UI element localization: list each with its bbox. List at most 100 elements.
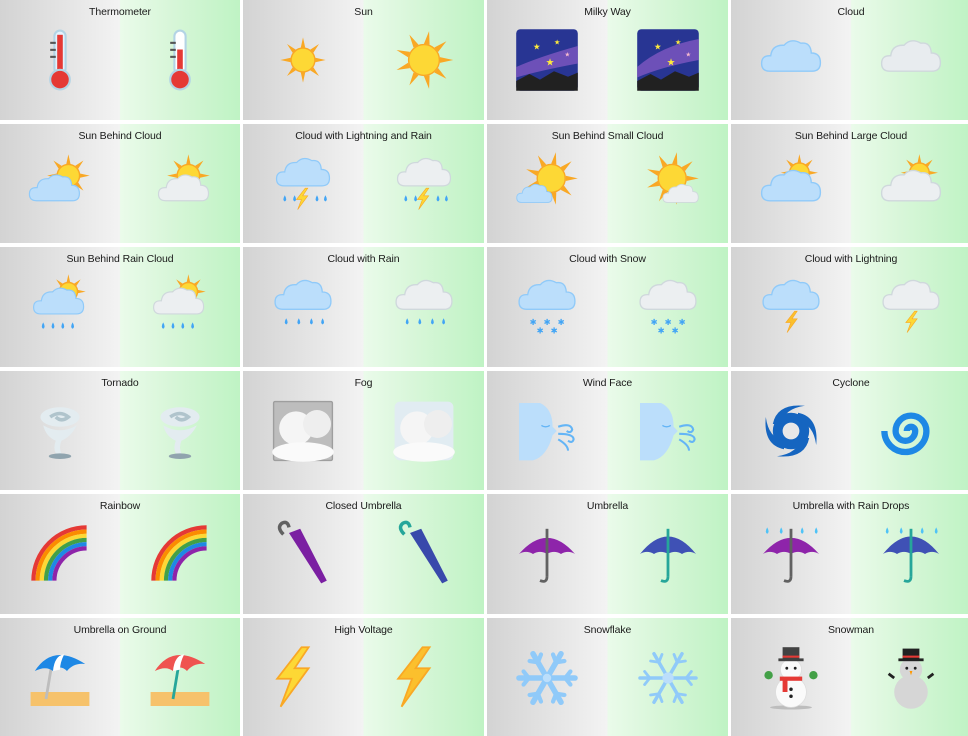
umbrella-icon	[630, 516, 706, 592]
panel-label: Sun	[354, 6, 373, 18]
sun-behind-small-cloud-icon	[630, 146, 706, 222]
high-voltage-icon	[265, 640, 341, 716]
wind-face-icon	[630, 393, 706, 469]
emoji-panel: Sun Behind Rain Cloud	[0, 247, 240, 367]
panel-label: Cloud with Rain	[327, 253, 400, 265]
closed-umbrella-icon	[265, 516, 341, 592]
rainbow-icon	[22, 516, 98, 592]
emoji-panel: Rainbow	[0, 494, 240, 614]
cyclone-icon	[873, 393, 949, 469]
emoji-panel: Wind Face	[487, 370, 728, 490]
svg-text:★: ★	[546, 58, 555, 69]
emoji-panel: Thermometer	[0, 0, 240, 120]
panel-label: Sun Behind Cloud	[78, 129, 162, 142]
emoji-panel: Sun	[243, 0, 484, 120]
sun-icon	[265, 22, 341, 98]
svg-text:✱: ✱	[671, 326, 678, 336]
panel-label: Sun Behind Large Cloud	[794, 129, 908, 142]
snowflake-icon	[509, 640, 585, 716]
emoji-panel: Umbrella	[487, 494, 728, 614]
snowman-icon	[753, 640, 829, 716]
emoji-panel: Cloud with Rain	[243, 247, 484, 367]
closed-umbrella-icon	[386, 516, 462, 592]
cyclone-icon	[753, 393, 829, 469]
sun-behind-small-cloud-icon	[509, 146, 585, 222]
sun-behind-large-cloud-icon	[753, 146, 829, 222]
fog-icon	[386, 393, 462, 469]
panel-label: Snowflake	[583, 623, 632, 636]
cloud-lightning-icon	[753, 269, 829, 345]
cloud-icon	[753, 22, 829, 98]
svg-text:★: ★	[533, 42, 541, 52]
cloud-rain-icon	[265, 269, 341, 345]
snowflake-icon	[630, 640, 706, 716]
emoji-panel: Sun Behind Small Cloud	[487, 123, 728, 243]
panel-label: Cloud with Lightning	[804, 253, 898, 265]
emoji-panel: Snowman	[731, 617, 968, 736]
panel-label: Snowman	[828, 623, 874, 636]
panel-label: Sun Behind Small Cloud	[551, 129, 664, 142]
emoji-panel: Umbrella on Ground	[0, 617, 240, 736]
umbrella-rain-drops-icon	[753, 516, 829, 592]
panel-label: Closed Umbrella	[325, 500, 402, 512]
sun-behind-cloud-icon	[22, 146, 98, 222]
svg-text:✱: ✱	[657, 326, 664, 336]
svg-text:✱: ✱	[550, 326, 557, 336]
emoji-panel: High Voltage	[243, 617, 484, 736]
emoji-panel: Sun Behind Cloud	[0, 123, 240, 243]
emoji-panel: Snowflake	[487, 617, 728, 736]
panel-label: Cyclone	[832, 376, 870, 389]
emoji-panel: Cloud with Snow ✱ ✱ ✱ ✱ ✱ ✱ ✱ ✱ ✱ ✱	[487, 247, 728, 367]
svg-text:✱: ✱	[536, 326, 543, 336]
svg-text:★: ★	[686, 52, 692, 59]
emoji-panel: Cloud with Lightning and Rain	[243, 123, 484, 243]
wind-face-icon	[509, 393, 585, 469]
umbrella-icon	[509, 516, 585, 592]
emoji-panel: Sun Behind Large Cloud	[731, 123, 968, 243]
emoji-panel: Closed Umbrella	[243, 494, 484, 614]
umbrella-on-ground-icon	[22, 640, 98, 716]
svg-text:✱: ✱	[650, 317, 657, 327]
thermometer-icon	[22, 22, 98, 98]
emoji-panel: Milky Way ★ ★ ★ ★ ★ ★ ★ ★	[487, 0, 728, 120]
emoji-panel: Tornado	[0, 370, 240, 490]
sun-behind-cloud-icon	[142, 146, 218, 222]
fog-icon	[265, 393, 341, 469]
panel-label: Cloud	[837, 6, 865, 18]
panel-label: Umbrella on Ground	[73, 623, 167, 636]
cloud-lightning-rain-icon	[265, 146, 341, 222]
emoji-panel: Umbrella with Rain Drops	[731, 494, 968, 614]
panel-label: Rainbow	[99, 500, 141, 512]
panel-label: Wind Face	[582, 376, 633, 389]
panel-label: Tornado	[101, 376, 139, 389]
svg-text:✱: ✱	[678, 317, 685, 327]
svg-text:✱: ✱	[664, 317, 671, 327]
cloud-lightning-rain-icon	[386, 146, 462, 222]
cloud-lightning-icon	[873, 269, 949, 345]
panel-label: High Voltage	[334, 623, 393, 636]
high-voltage-icon	[386, 640, 462, 716]
svg-text:✱: ✱	[529, 317, 536, 327]
emoji-panel: Cloud	[731, 0, 968, 120]
panel-label: Milky Way	[584, 6, 631, 18]
umbrella-on-ground-icon	[142, 640, 218, 716]
cloud-snow-icon: ✱ ✱ ✱ ✱ ✱	[509, 269, 585, 345]
emoji-comparison-grid: Thermometer Sun Milky Way ★ ★ ★ ★ ★ ★ ★ ★ Clou…	[0, 0, 968, 736]
snowman-icon	[873, 640, 949, 716]
rainbow-icon	[142, 516, 218, 592]
panel-label: Fog	[354, 376, 373, 389]
tornado-icon	[142, 393, 218, 469]
svg-text:★: ★	[554, 39, 560, 47]
svg-text:✱: ✱	[543, 317, 550, 327]
emoji-panel: Fog	[243, 370, 484, 490]
sun-icon	[386, 22, 462, 98]
panel-label: Umbrella with Rain Drops	[792, 500, 910, 512]
milky-way-icon: ★ ★ ★ ★	[509, 22, 585, 98]
svg-text:★: ★	[654, 42, 662, 52]
umbrella-rain-drops-icon	[873, 516, 949, 592]
cloud-snow-icon: ✱ ✱ ✱ ✱ ✱	[630, 269, 706, 345]
emoji-panel: Cyclone	[731, 370, 968, 490]
sun-behind-rain-cloud-icon	[142, 269, 218, 345]
cloud-icon	[873, 22, 949, 98]
thermometer-icon	[142, 22, 218, 98]
